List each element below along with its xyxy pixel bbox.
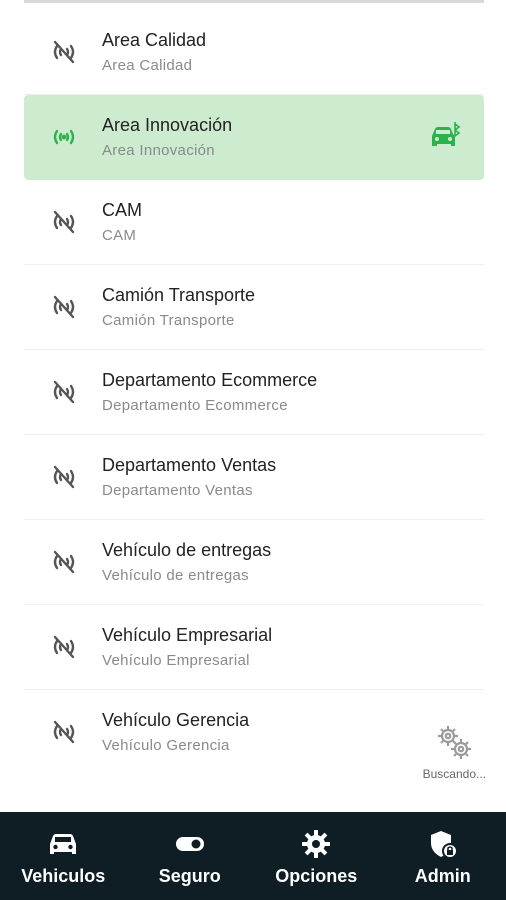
vehicle-subtitle: CAM: [102, 226, 137, 244]
top-divider: [24, 0, 484, 3]
vehicle-subtitle: Vehículo Gerencia: [102, 736, 230, 754]
vehicle-item-departamento-ventas[interactable]: Departamento Ventas Departamento Ventas: [24, 435, 484, 520]
vehicle-title: Departamento Ecommerce: [102, 369, 318, 390]
signal-off-icon: [46, 544, 82, 580]
vehicle-subtitle: Vehículo Empresarial: [102, 651, 250, 669]
signal-off-icon: [46, 34, 82, 70]
signal-off-icon: [46, 204, 82, 240]
gears-icon: [434, 722, 474, 767]
signal-off-icon: [46, 374, 82, 410]
vehicle-item-area-calidad[interactable]: Area Calidad Area Calidad: [24, 10, 484, 95]
signal-on-icon: [46, 119, 82, 155]
vehicle-title: Area Calidad: [102, 29, 207, 50]
vehicle-item-area-innovacion[interactable]: Area Innovación Area Innovación: [24, 95, 484, 180]
shield-lock-icon: [427, 826, 459, 862]
vehicle-title: Departamento Ventas: [102, 454, 277, 475]
nav-label: Admin: [414, 865, 471, 886]
vehicle-title: Camión Transporte: [102, 284, 256, 305]
car-bluetooth-icon: [428, 121, 462, 152]
car-icon: [47, 826, 79, 862]
vehicle-item-vehiculo-gerencia[interactable]: Vehículo Gerencia Vehículo Gerencia: [24, 690, 484, 774]
vehicle-subtitle: Area Innovación: [102, 141, 215, 159]
nav-opciones[interactable]: Opciones: [253, 826, 379, 887]
nav-label: Seguro: [158, 865, 221, 886]
nav-label: Opciones: [275, 865, 358, 886]
vehicle-subtitle: Departamento Ecommerce: [102, 396, 288, 414]
vehicle-title: CAM: [102, 199, 142, 220]
vehicle-item-vehiculo-empresarial[interactable]: Vehículo Empresarial Vehículo Empresaria…: [24, 605, 484, 690]
toggle-icon: [174, 826, 206, 862]
signal-off-icon: [46, 714, 82, 750]
signal-off-icon: [46, 289, 82, 325]
signal-off-icon: [46, 459, 82, 495]
vehicle-subtitle: Camión Transporte: [102, 311, 235, 329]
vehicle-title: Vehículo Empresarial: [102, 624, 273, 645]
vehicle-title: Area Innovación: [102, 114, 233, 135]
vehicle-item-vehiculo-de-entregas[interactable]: Vehículo de entregas Vehículo de entrega…: [24, 520, 484, 605]
vehicle-item-departamento-ecommerce[interactable]: Departamento Ecommerce Departamento Ecom…: [24, 350, 484, 435]
bottom-navigation: Vehiculos Seguro Opciones Admin: [0, 812, 506, 900]
vehicle-subtitle: Departamento Ventas: [102, 481, 253, 499]
nav-seguro[interactable]: Seguro: [127, 826, 253, 887]
signal-off-icon: [46, 629, 82, 665]
gear-icon: [300, 826, 332, 862]
vehicle-item-camion-transporte[interactable]: Camión Transporte Camión Transporte: [24, 265, 484, 350]
searching-label: Buscando...: [422, 767, 486, 781]
vehicle-subtitle: Area Calidad: [102, 56, 193, 74]
nav-label: Vehiculos: [21, 865, 106, 886]
vehicle-item-cam[interactable]: CAM CAM: [24, 180, 484, 265]
vehicle-subtitle: Vehículo de entregas: [102, 566, 249, 584]
searching-indicator: Buscando...: [423, 722, 486, 781]
vehicle-title: Vehículo de entregas: [102, 539, 272, 560]
vehicle-title: Vehículo Gerencia: [102, 709, 250, 730]
nav-vehiculos[interactable]: Vehiculos: [0, 826, 126, 887]
nav-admin[interactable]: Admin: [380, 826, 506, 887]
vehicle-list: Area Calidad Area Calidad Area Innovació…: [0, 10, 506, 774]
